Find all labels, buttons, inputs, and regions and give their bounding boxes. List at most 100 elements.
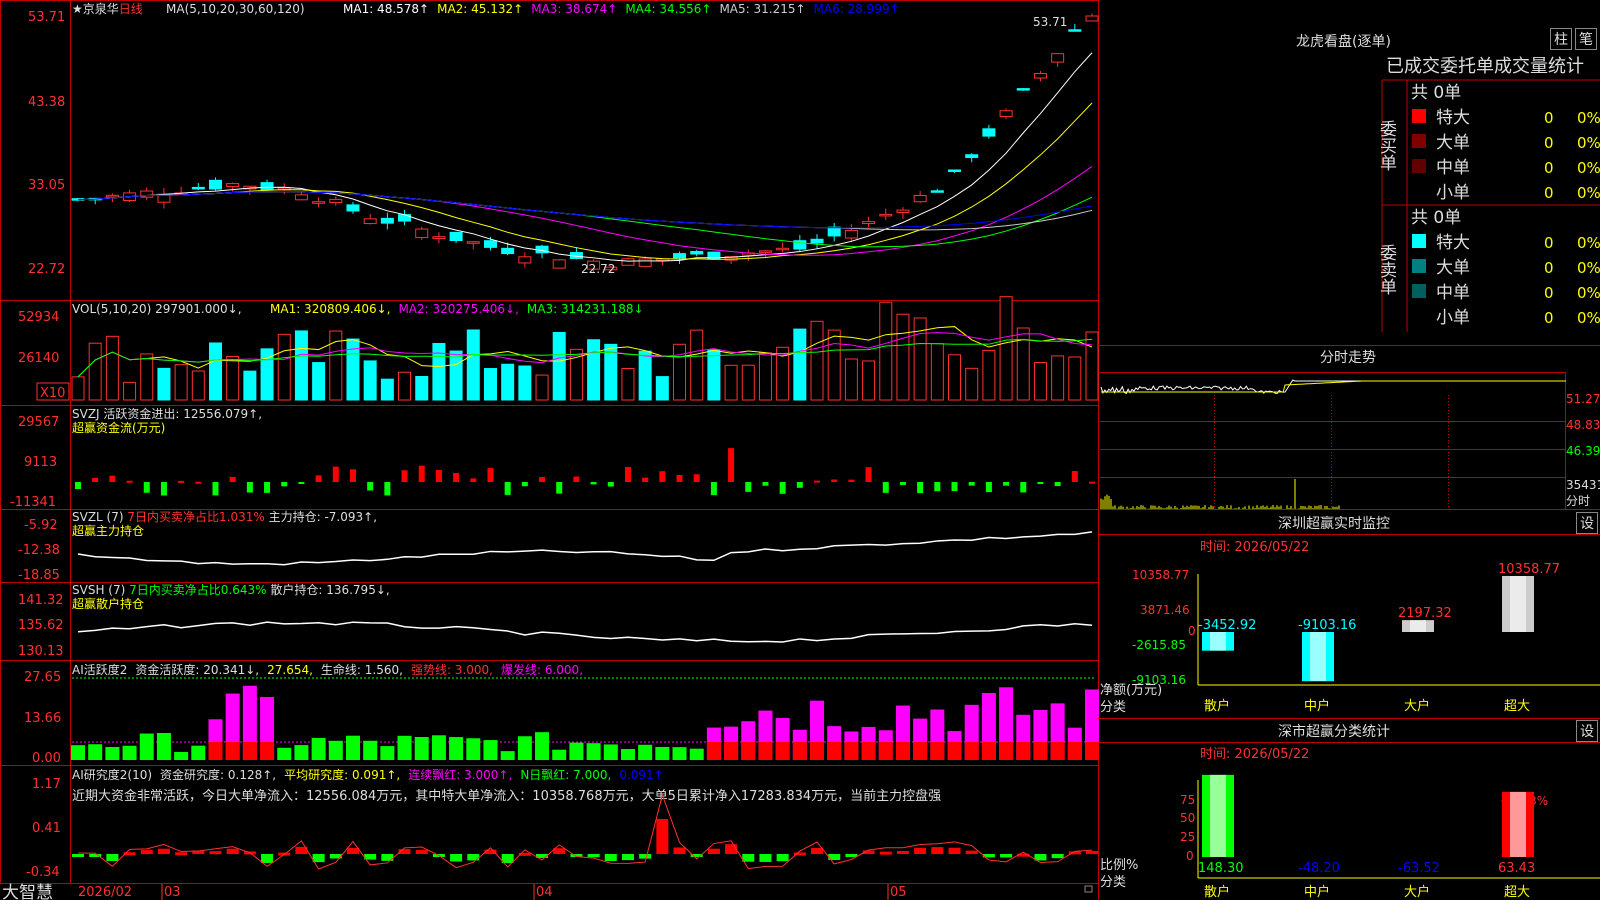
- date-tick: 05: [890, 885, 907, 900]
- order-type: 大单: [1436, 258, 1470, 278]
- volume-bar: [380, 378, 394, 401]
- ma-legend: MA1: 48.578↑ MA2: 45.132↑ MA3: 38.674↑ MA4:…: [343, 2, 900, 16]
- monitor-settings-button[interactable]: 设: [1576, 512, 1598, 534]
- ai-active-bar: [122, 745, 137, 760]
- pen-view-button[interactable]: 笔: [1575, 28, 1597, 50]
- legend-item: 0.091↑: [619, 768, 663, 782]
- fund-flow-bar: [332, 466, 339, 482]
- stock-chart-canvas[interactable]: ★京泉华日线 MA(5,10,20,30,60,120) MA1: 48.578…: [0, 0, 1600, 900]
- class-date: 时间: 2026/05/22: [1200, 747, 1309, 762]
- date-axis: 2026/02 03 04 05: [78, 885, 907, 900]
- volume-bar: [862, 360, 876, 401]
- ai-research-bar: [209, 851, 222, 855]
- category-label: 超大: [1504, 699, 1530, 714]
- ai-active-bar: [363, 740, 378, 760]
- ai-active-bar: [105, 747, 120, 760]
- bar-value-label: 148.30: [1198, 861, 1244, 876]
- candle-body: [483, 240, 497, 248]
- volume-bar: [71, 376, 85, 401]
- fund-flow-bar: [796, 482, 803, 488]
- ai-active-bar: [517, 736, 532, 760]
- volume-bar: [123, 381, 137, 401]
- volume-bar: [157, 367, 171, 401]
- candle-body: [432, 236, 446, 240]
- high-price-label: 53.71: [1033, 15, 1067, 29]
- candle-body: [260, 182, 274, 191]
- candle-body: [810, 238, 824, 244]
- volume-bar: [879, 301, 893, 401]
- category-label: 大户: [1404, 698, 1430, 714]
- fund-flow-bar: [195, 481, 202, 484]
- fund-flow-bar: [693, 474, 700, 482]
- bar-value-label: -3452.92: [1198, 618, 1256, 633]
- lock-icon[interactable]: [1084, 885, 1093, 893]
- y-tick: 52934: [18, 310, 59, 325]
- ai-research-legend: AI研究度2(10) 资金研究度: 0.128↑, 平均研究度: 0.091↑, 连续…: [72, 767, 664, 782]
- order-swatch: [1412, 259, 1426, 273]
- volume-bar: [724, 364, 738, 401]
- fund-flow-bar: [298, 482, 305, 484]
- candle-body: [638, 258, 652, 267]
- fund-flow-bar: [762, 482, 769, 486]
- bar-view-button[interactable]: 柱: [1550, 28, 1572, 50]
- volume-bar: [466, 329, 480, 401]
- vol-header: VOL(5,10,20) 297901.000↓,: [72, 302, 242, 316]
- ai-active-base: [242, 742, 257, 760]
- candle-body: [363, 218, 377, 225]
- order-total: 共 0单: [1411, 83, 1461, 103]
- volume-bar: [432, 342, 446, 401]
- volume-bar: [1085, 331, 1099, 401]
- volume-bar: [896, 313, 910, 401]
- candle-body: [621, 258, 635, 266]
- legend-item: 27.654,: [267, 663, 313, 677]
- order-stats-header: 已成交委托单成交量统计: [1386, 56, 1584, 77]
- class-categories: 散户 中户 大户 超大: [1204, 884, 1530, 900]
- research-line: [77, 793, 1093, 870]
- bar-highlight: [1410, 620, 1426, 632]
- candle-body: [226, 183, 240, 188]
- bar-value-label: -48.20: [1298, 861, 1340, 876]
- ai-research-bar: [656, 819, 669, 854]
- candle-body: [501, 247, 515, 255]
- candle-body: [758, 250, 772, 253]
- volume-bar: [174, 364, 188, 401]
- fund-flow-bar: [556, 482, 563, 494]
- ai-research-bar: [931, 847, 944, 854]
- fund-flow-bar: [607, 482, 614, 487]
- bar-highlight: [1510, 576, 1526, 632]
- ai-research-bar: [261, 854, 274, 863]
- class-title: 深市超赢分类统计: [1278, 723, 1390, 740]
- order-type: 特大: [1436, 233, 1470, 253]
- order-pct: 0%: [1577, 309, 1600, 327]
- ai-active-base: [844, 742, 859, 760]
- intraday-avg-line: [1101, 380, 1566, 393]
- ai-active-legend: AI活跃度2 资金活跃度: 20.341↓, 27.654, 生命线: 1.560, 强…: [72, 662, 583, 677]
- y-tick: 13.66: [24, 711, 61, 726]
- volume-bar: [312, 362, 326, 401]
- y-tick: 0: [1188, 624, 1196, 638]
- svsh-subtitle: 超赢散户持仓: [72, 596, 144, 611]
- ai-research-bar: [742, 854, 755, 862]
- category-label: 散户: [1204, 698, 1230, 714]
- volume-bar: [999, 296, 1013, 401]
- fund-flow-bar: [487, 468, 494, 482]
- ai-active-base: [930, 742, 945, 760]
- fund-flow-bar: [418, 465, 425, 482]
- volume-bar: [398, 371, 412, 401]
- ai-active-bars: [71, 685, 1099, 760]
- legend-item: MA1: 320809.406↓,: [270, 302, 390, 316]
- legend-item: 资金活跃度: 20.341↓,: [135, 662, 259, 677]
- fund-flow-bar: [109, 475, 116, 482]
- volume-bar: [587, 339, 601, 401]
- low-price-label: 22.72: [581, 262, 615, 276]
- ai-research-bar: [157, 848, 170, 854]
- monitor-categories: 散户 中户 大户 超大: [1204, 698, 1530, 714]
- class-settings-button[interactable]: 设: [1576, 720, 1598, 742]
- volume-bar: [638, 350, 652, 401]
- svsh-header: SVSH (7) 7日内买卖净占比0.643% 散户持仓: 136.795↓,: [72, 582, 390, 597]
- ai-active-bar: [431, 735, 446, 760]
- volume-bar: [535, 374, 549, 401]
- class-y-axis: 75 50 25 0: [1180, 793, 1195, 863]
- ai-active-bar: [345, 735, 360, 760]
- ai-active-base: [1067, 742, 1082, 760]
